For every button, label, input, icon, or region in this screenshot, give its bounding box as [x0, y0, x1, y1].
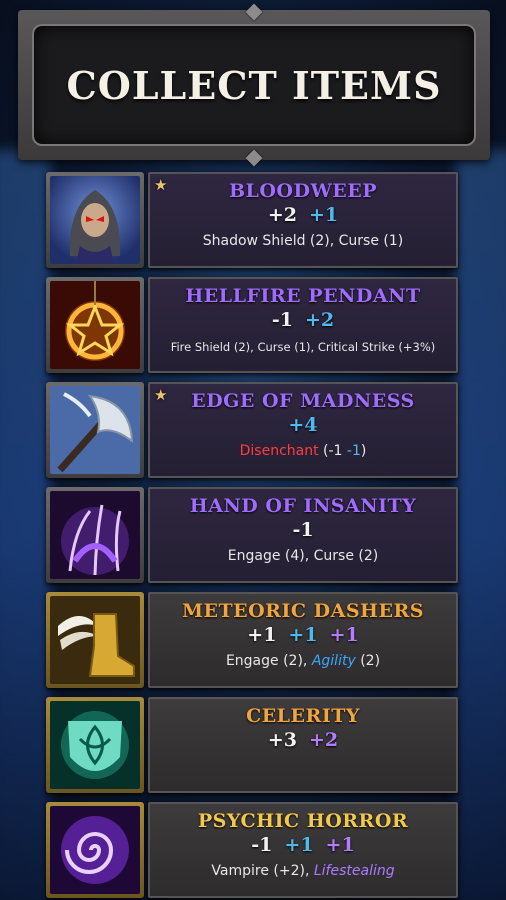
stat-value: -1	[251, 834, 273, 856]
title-banner: COLLECT ITEMS	[18, 3, 490, 167]
item-icon-frame	[46, 802, 144, 898]
item-row-edge-of-madness[interactable]: ★ EDGE OF MADNESS +4 Disenchant (-1 -1)	[46, 378, 458, 478]
item-description: Disenchant (-1 -1)	[150, 443, 456, 459]
item-row-hellfire-pendant[interactable]: HELLFIRE PENDANT -1 +2 Fire Shield (2), …	[46, 273, 458, 373]
item-stats: +1 +1 +1	[150, 624, 456, 646]
item-stats: +4	[150, 414, 456, 436]
item-name: PSYCHIC HORROR	[197, 810, 409, 832]
item-card: METEORIC DASHERS +1 +1 +1 Engage (2), Ag…	[148, 592, 458, 688]
item-stats: +2 +1	[150, 204, 456, 226]
item-row-bloodweep[interactable]: ★ BLOODWEEP +2 +1 Shadow Shield (2), Cur…	[46, 168, 458, 268]
item-icon-frame	[46, 697, 144, 793]
winged-boot-icon	[50, 596, 140, 684]
item-description: Fire Shield (2), Curse (1), Critical Str…	[170, 340, 436, 354]
item-name: HELLFIRE PENDANT	[185, 285, 421, 307]
banner-stud-top	[245, 3, 263, 21]
item-icon-frame	[46, 382, 144, 478]
item-card: HAND OF INSANITY -1 Engage (4), Curse (2…	[148, 487, 458, 583]
item-name: HAND OF INSANITY	[189, 495, 417, 517]
item-row-hand-of-insanity[interactable]: HAND OF INSANITY -1 Engage (4), Curse (2…	[46, 483, 458, 583]
axe-blade-icon	[50, 386, 140, 474]
star-icon: ★	[154, 176, 168, 194]
item-card: ★ EDGE OF MADNESS +4 Disenchant (-1 -1)	[148, 382, 458, 478]
item-name: METEORIC DASHERS	[182, 600, 424, 622]
item-icon-frame	[46, 172, 144, 268]
stat-value: +2	[309, 729, 339, 751]
agility-keyword: Agility	[311, 653, 356, 669]
item-description: Engage (2), Agility (2)	[150, 653, 456, 669]
pentagram-pendant-icon	[50, 281, 140, 369]
knot-shield-icon	[50, 701, 140, 789]
desc-end: )	[360, 443, 367, 459]
item-card: PSYCHIC HORROR -1 +1 +1 Vampire (+2), Li…	[148, 802, 458, 898]
item-card: HELLFIRE PENDANT -1 +2 Fire Shield (2), …	[148, 277, 458, 373]
stat-value: +2	[267, 204, 297, 226]
swirl-vortex-icon	[50, 806, 140, 894]
star-icon: ★	[154, 386, 168, 404]
stat-value: -1	[292, 519, 314, 541]
item-stats: +3 +2	[150, 729, 456, 751]
stat-value: +4	[288, 414, 318, 436]
desc-end: (2)	[355, 653, 381, 669]
stat-value: +1	[288, 624, 318, 646]
background-glow-left	[0, 150, 50, 900]
page-title: COLLECT ITEMS	[66, 62, 442, 108]
desc-middle: (-1	[318, 443, 347, 459]
item-name: CELERITY	[246, 705, 360, 727]
item-description: Shadow Shield (2), Curse (1)	[202, 233, 404, 249]
item-row-meteoric-dashers[interactable]: METEORIC DASHERS +1 +1 +1 Engage (2), Ag…	[46, 588, 458, 688]
item-card: ★ BLOODWEEP +2 +1 Shadow Shield (2), Cur…	[148, 172, 458, 268]
item-row-psychic-horror[interactable]: PSYCHIC HORROR -1 +1 +1 Vampire (+2), Li…	[46, 798, 458, 898]
shadow-hand-icon	[50, 491, 140, 579]
background-glow-right	[456, 150, 506, 900]
banner-stud-bottom	[245, 149, 263, 167]
disenchant-label: Disenchant	[239, 443, 319, 459]
stat-value: +1	[329, 624, 359, 646]
stat-value: +2	[304, 309, 335, 331]
item-stats: -1 +2	[150, 309, 456, 331]
item-description: Vampire (+2), Lifestealing	[150, 863, 456, 879]
item-icon-frame	[46, 592, 144, 688]
item-description: Engage (4), Curse (2)	[227, 548, 379, 564]
title-plate: COLLECT ITEMS	[32, 24, 476, 146]
item-icon-frame	[46, 277, 144, 373]
stat-value: +1	[309, 204, 339, 226]
item-stats: -1 +1 +1	[150, 834, 456, 856]
item-stats: -1	[150, 519, 456, 541]
stat-value: +1	[284, 834, 314, 856]
stat-value: +3	[267, 729, 297, 751]
item-name: BLOODWEEP	[228, 180, 378, 202]
desc-lead: Engage (2),	[225, 653, 312, 669]
stat-value: +1	[325, 834, 355, 856]
item-icon-frame	[46, 487, 144, 583]
desc-lead: Vampire (+2),	[211, 863, 314, 879]
lifestealing-keyword: Lifestealing	[313, 863, 395, 879]
item-card: CELERITY +3 +2	[148, 697, 458, 793]
item-row-celerity[interactable]: CELERITY +3 +2	[46, 693, 458, 793]
hooded-villain-icon	[50, 176, 140, 264]
stat-value: -1	[271, 309, 293, 331]
desc-blue-value: -1	[346, 443, 361, 459]
stat-value: +1	[247, 624, 277, 646]
item-name: EDGE OF MADNESS	[191, 390, 415, 412]
